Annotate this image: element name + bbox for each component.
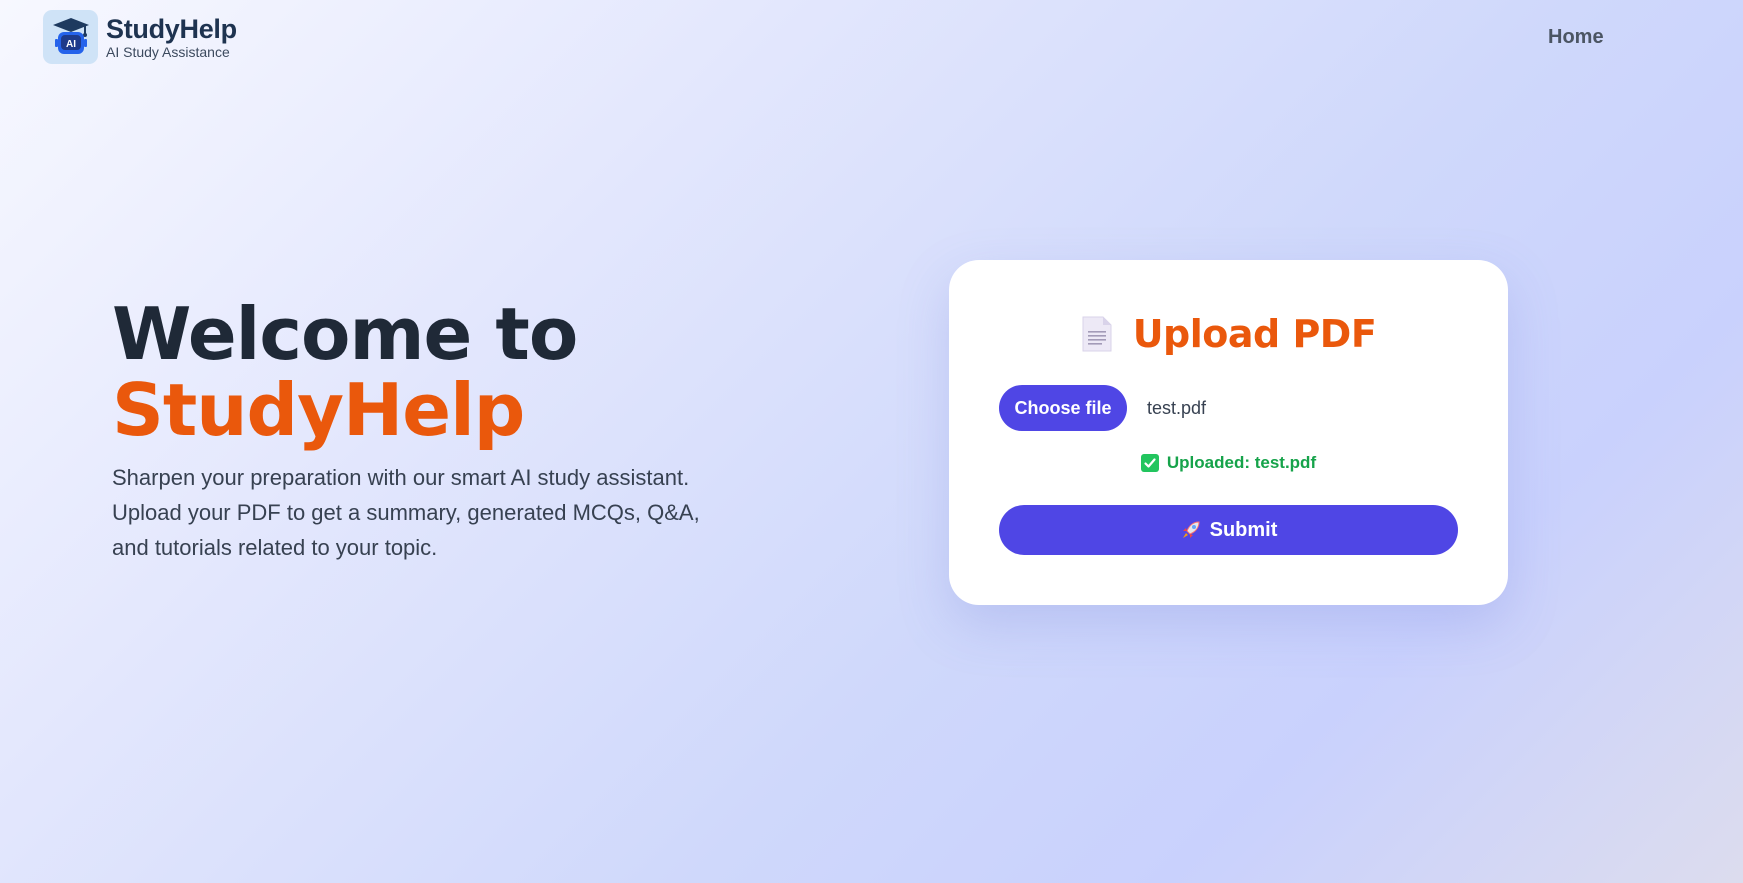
hero-title-brand: StudyHelp xyxy=(112,368,525,452)
upload-card: Upload PDF Choose file test.pdf Uploaded… xyxy=(949,260,1508,605)
hero-description: Sharpen your preparation with our smart … xyxy=(112,465,700,560)
brand-subtitle: AI Study Assistance xyxy=(106,44,230,60)
upload-card-header: Upload PDF xyxy=(949,312,1508,356)
submit-button[interactable]: Submit xyxy=(999,505,1458,555)
site-header: AI StudyHelp AI Study Assistance Home xyxy=(0,0,1743,80)
graduation-robot-icon: AI xyxy=(43,10,98,64)
submit-label: Submit xyxy=(1209,518,1278,541)
selected-file-name: test.pdf xyxy=(1147,397,1207,418)
document-icon xyxy=(1081,315,1113,353)
rocket-icon xyxy=(1180,519,1202,541)
hero-section: Welcome to StudyHelp Sharpen your prepar… xyxy=(112,296,732,565)
choose-file-button[interactable]: Choose file xyxy=(999,385,1127,431)
hero-title-line1: Welcome to xyxy=(112,292,578,376)
brand-title: StudyHelp xyxy=(106,14,237,44)
upload-card-title: Upload PDF xyxy=(1132,312,1377,356)
file-input[interactable]: Choose file test.pdf xyxy=(999,385,1206,431)
check-icon xyxy=(1140,454,1159,472)
brand-text: StudyHelp AI Study Assistance xyxy=(106,14,237,60)
upload-status-message: Uploaded: test.pdf xyxy=(949,453,1508,473)
nav-home-link[interactable]: Home xyxy=(1548,26,1604,49)
logo-badge-text: AI xyxy=(66,39,76,50)
hero-title: Welcome to StudyHelp xyxy=(112,296,732,448)
brand-logo[interactable]: AI StudyHelp AI Study Assistance xyxy=(43,10,237,64)
upload-status-text: Uploaded: test.pdf xyxy=(1166,453,1317,472)
